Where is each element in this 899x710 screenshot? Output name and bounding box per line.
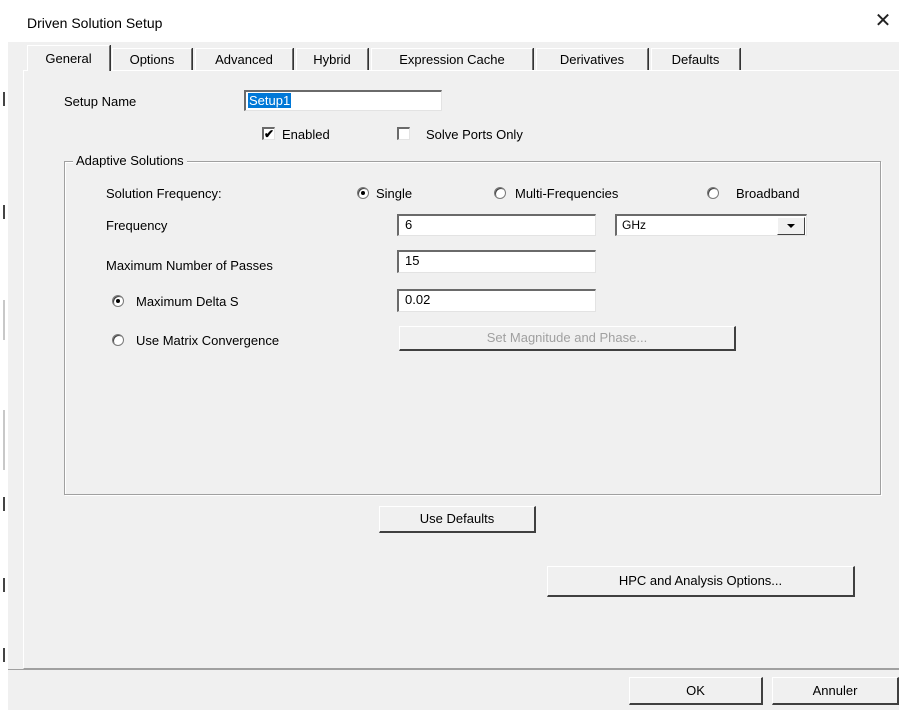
solve-ports-only-label: Solve Ports Only xyxy=(426,127,523,142)
setup-name-field[interactable]: Setup1 xyxy=(244,90,442,111)
set-magnitude-phase-button[interactable]: Set Magnitude and Phase... xyxy=(399,326,736,351)
tab-general[interactable]: General xyxy=(27,45,110,71)
adaptive-solutions-title: Adaptive Solutions xyxy=(73,153,187,168)
frequency-label: Frequency xyxy=(106,218,168,233)
hpc-analysis-options-button[interactable]: HPC and Analysis Options... xyxy=(547,566,855,597)
tab-advanced[interactable]: Advanced xyxy=(195,48,293,70)
radio-single[interactable] xyxy=(357,187,369,199)
close-icon[interactable]: ✕ xyxy=(872,10,894,32)
tab-defaults[interactable]: Defaults xyxy=(651,48,740,70)
solution-frequency-label: Solution Frequency: xyxy=(106,186,222,201)
chevron-down-icon[interactable] xyxy=(777,217,805,235)
tab-derivatives[interactable]: Derivatives xyxy=(536,48,648,70)
max-passes-label: Maximum Number of Passes xyxy=(106,258,273,273)
max-delta-s-label: Maximum Delta S xyxy=(136,294,239,309)
footer-separator xyxy=(8,669,899,670)
window-edge xyxy=(3,300,5,340)
window-title: Driven Solution Setup xyxy=(27,15,163,31)
window-edge xyxy=(3,205,5,219)
radio-multi-frequencies[interactable] xyxy=(494,187,506,199)
max-passes-input[interactable]: 15 xyxy=(397,250,596,273)
tab-options[interactable]: Options xyxy=(112,48,192,70)
setup-name-value: Setup1 xyxy=(248,93,292,108)
radio-broadband-label: Broadband xyxy=(736,186,800,201)
enabled-label: Enabled xyxy=(282,127,330,142)
enabled-checkbox[interactable]: ✔ xyxy=(262,127,275,140)
frequency-unit-value: GHz xyxy=(622,218,646,232)
window-edge xyxy=(3,410,5,470)
frequency-unit-select[interactable]: GHz xyxy=(615,214,807,236)
ok-button[interactable]: OK xyxy=(629,677,763,705)
window-edge xyxy=(3,92,5,106)
window-edge xyxy=(3,578,5,592)
radio-matrix-convergence[interactable] xyxy=(112,334,124,346)
radio-broadband[interactable] xyxy=(707,187,719,199)
radio-max-delta-s[interactable] xyxy=(112,295,124,307)
window-edge xyxy=(3,648,5,662)
tab-expression-cache[interactable]: Expression Cache xyxy=(371,48,533,70)
cancel-button[interactable]: Annuler xyxy=(772,677,899,705)
radio-multi-frequencies-label: Multi-Frequencies xyxy=(515,186,619,201)
chevron-down-icon-glyph xyxy=(787,224,795,228)
frequency-input[interactable]: 6 xyxy=(397,214,596,236)
use-defaults-button[interactable]: Use Defaults xyxy=(379,506,536,533)
radio-single-label: Single xyxy=(376,186,413,201)
tab-hybrid[interactable]: Hybrid xyxy=(296,48,368,70)
radio-selected-dot xyxy=(116,299,120,303)
solve-ports-only-checkbox[interactable] xyxy=(397,127,410,140)
radio-selected-dot xyxy=(361,191,365,195)
matrix-convergence-label: Use Matrix Convergence xyxy=(136,333,280,348)
window-edge xyxy=(3,497,5,511)
setup-name-label: Setup Name xyxy=(64,94,137,109)
max-delta-s-input[interactable]: 0.02 xyxy=(397,289,596,312)
